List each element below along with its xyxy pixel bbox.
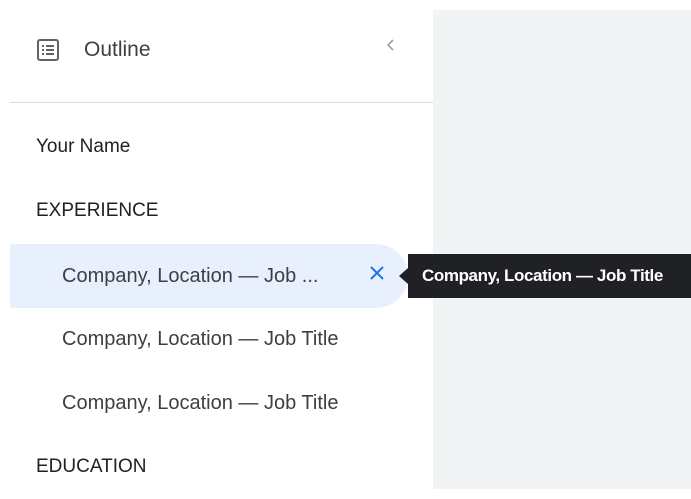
- header-divider: [10, 102, 433, 103]
- remove-heading-button[interactable]: [365, 264, 389, 288]
- outline-item-experience[interactable]: EXPERIENCE: [0, 179, 158, 243]
- outline-title: Outline: [84, 38, 151, 61]
- outline-item-label: Company, Location — Job ...: [62, 264, 319, 287]
- chevron-left-icon: [385, 38, 397, 57]
- outline-item-job-2[interactable]: Company, Location — Job Title: [0, 307, 338, 371]
- document-canvas[interactable]: [433, 10, 691, 489]
- outline-item-label: Company, Location — Job Title: [62, 327, 339, 350]
- close-icon: [368, 264, 386, 288]
- outline-item-job-3[interactable]: Company, Location — Job Title: [0, 371, 338, 435]
- outline-item-selected[interactable]: Company, Location — Job ...: [10, 244, 408, 308]
- outline-list-icon: [36, 38, 60, 62]
- outline-sidebar: Outline Your Name EXPERIENCE Company, Lo…: [0, 0, 433, 489]
- collapse-outline-button[interactable]: [378, 34, 404, 60]
- outline-header: Outline: [0, 0, 433, 102]
- outline-item-label: EDUCATION: [36, 456, 147, 477]
- outline-item-your-name[interactable]: Your Name: [0, 115, 130, 179]
- outline-item-label: EXPERIENCE: [36, 200, 159, 221]
- heading-tooltip: Company, Location — Job Title: [408, 254, 691, 298]
- outline-item-label: Company, Location — Job Title: [62, 391, 339, 414]
- outline-item-education[interactable]: EDUCATION: [0, 435, 146, 499]
- outline-item-label: Your Name: [36, 136, 131, 157]
- tooltip-arrow: [399, 268, 408, 284]
